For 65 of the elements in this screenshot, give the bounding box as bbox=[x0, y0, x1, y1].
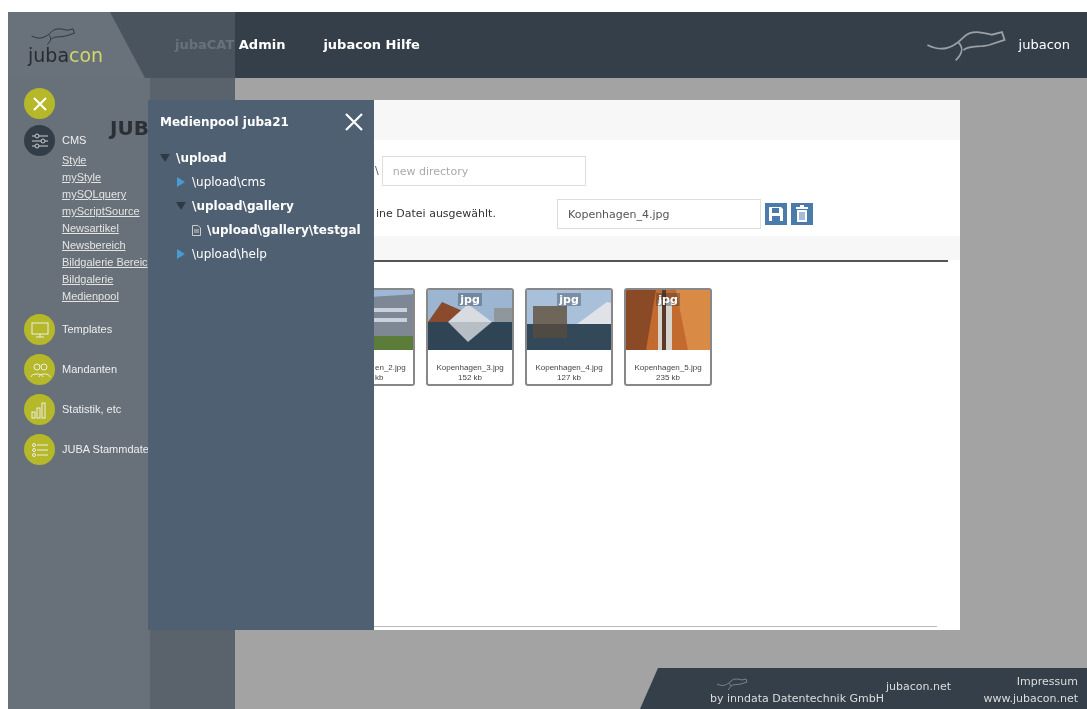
company-name: by inndata Datentechnik GmbH bbox=[710, 690, 884, 707]
tree-item[interactable]: \upload bbox=[176, 149, 227, 167]
file-status: ine Datei ausgewählt. bbox=[376, 205, 497, 222]
submenu-link[interactable]: Bildgalerie Bereic bbox=[62, 254, 148, 271]
file-size: kb bbox=[374, 372, 385, 383]
menu-item[interactable]: JUBA Stammdate bbox=[62, 441, 149, 458]
file-type-label: jpg bbox=[656, 293, 680, 307]
file-name: Kopenhagen_4.jpg bbox=[534, 363, 604, 373]
close-button[interactable] bbox=[344, 112, 364, 132]
menu-item[interactable]: CMS bbox=[62, 132, 87, 149]
directory-field[interactable]: new directory bbox=[381, 156, 586, 186]
seal-icon bbox=[28, 25, 78, 46]
collapsed-icon[interactable] bbox=[176, 177, 186, 187]
submenu-link[interactable]: Newsbereich bbox=[62, 237, 126, 254]
imprint-link[interactable]: Impressum bbox=[1016, 674, 1078, 691]
submenu-link[interactable]: Bildgalerie bbox=[62, 271, 114, 288]
trash-icon bbox=[794, 205, 810, 223]
file-card[interactable]: jpg Kopenhagen_3.jpg 152 kb bbox=[426, 288, 514, 386]
file-card[interactable]: en_2.jpg kb bbox=[374, 288, 415, 386]
submenu-link[interactable]: Newsartikel bbox=[62, 220, 119, 237]
tree-item[interactable]: \upload\gallery\testgal bbox=[207, 221, 361, 239]
list-icon[interactable] bbox=[24, 434, 55, 465]
website-link[interactable]: www.jubacon.net bbox=[983, 690, 1078, 707]
directory-path: \ bbox=[375, 162, 379, 179]
submenu-link[interactable]: mySQLquery bbox=[62, 186, 127, 203]
file-size: 152 kb bbox=[457, 372, 483, 383]
filename-field[interactable]: Kopenhagen_4.jpg bbox=[557, 199, 761, 229]
save-icon bbox=[767, 205, 785, 223]
submenu-link[interactable]: Style bbox=[62, 152, 87, 169]
menu-item[interactable]: Templates bbox=[62, 321, 113, 338]
monitor-icon[interactable] bbox=[24, 314, 55, 345]
tree-item[interactable]: \upload\gallery bbox=[192, 197, 294, 215]
file-type-label: jpg bbox=[458, 293, 482, 307]
save-button[interactable] bbox=[765, 203, 787, 225]
submenu-link[interactable]: myStyle bbox=[62, 169, 102, 186]
nav-link[interactable]: jubacon Hilfe bbox=[323, 35, 420, 55]
file-size: 127 kb bbox=[556, 372, 582, 383]
tree-item[interactable]: \upload\cms bbox=[192, 173, 266, 191]
collapsed-icon[interactable] bbox=[176, 249, 186, 259]
logo-text: jubacon bbox=[28, 45, 104, 65]
file-name: en_2.jpg bbox=[374, 363, 407, 373]
brand-name: jubacon bbox=[1018, 36, 1070, 55]
close-icon bbox=[344, 112, 364, 132]
submenu-link[interactable]: myScriptSource bbox=[62, 203, 140, 220]
file-type-label: jpg bbox=[557, 293, 581, 307]
bar-chart-icon[interactable] bbox=[24, 394, 55, 425]
site-link[interactable]: jubacon.net bbox=[886, 680, 952, 693]
sliders-icon[interactable] bbox=[24, 125, 55, 156]
file-name: Kopenhagen_5.jpg bbox=[633, 363, 703, 373]
seal-icon bbox=[714, 676, 750, 691]
menu-item[interactable]: Mandanten bbox=[62, 361, 118, 378]
people-icon[interactable] bbox=[24, 354, 55, 385]
file-card[interactable]: jpg Kopenhagen_4.jpg 127 kb bbox=[525, 288, 613, 386]
close-icon bbox=[31, 95, 48, 112]
menu-item[interactable]: Statistik, etc bbox=[62, 401, 122, 418]
file-size: 235 kb bbox=[655, 372, 681, 383]
submenu-link[interactable]: Medienpool bbox=[62, 288, 119, 305]
document-icon bbox=[192, 224, 201, 236]
file-name: Kopenhagen_3.jpg bbox=[435, 363, 505, 373]
page-heading: JUB bbox=[110, 118, 149, 138]
close-button[interactable] bbox=[24, 88, 55, 119]
file-card[interactable]: jpg Kopenhagen_5.jpg 235 kb bbox=[624, 288, 712, 386]
tree-item[interactable]: \upload\help bbox=[192, 245, 267, 263]
dialog-title: Medienpool juba21 bbox=[160, 114, 289, 131]
delete-button[interactable] bbox=[791, 203, 813, 225]
